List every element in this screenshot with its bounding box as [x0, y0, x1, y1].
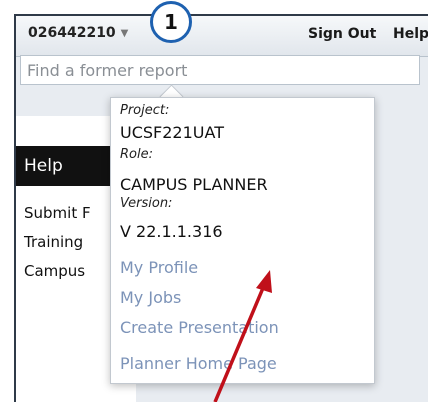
arrow-shaft	[213, 287, 265, 402]
pointer-arrow	[213, 270, 272, 402]
arrow-head	[256, 270, 272, 293]
